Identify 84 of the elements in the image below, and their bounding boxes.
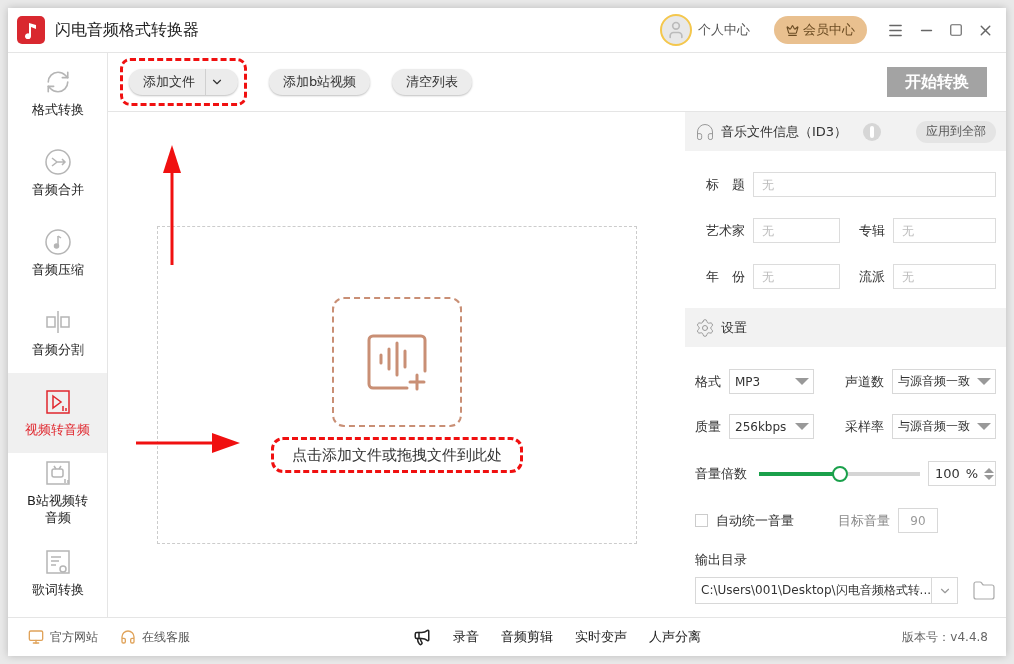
- field-label: 采样率: [844, 417, 884, 436]
- sidebar-label: 格式转换: [30, 100, 85, 118]
- volume-label: 音量倍数: [695, 464, 747, 483]
- drop-zone[interactable]: 点击添加文件或拖拽文件到此处: [156, 225, 637, 544]
- window-title: 闪电音频格式转换器: [55, 19, 200, 41]
- lyrics-icon: [44, 548, 71, 575]
- field-label: 年 份: [705, 267, 745, 286]
- tv-icon: [44, 460, 71, 486]
- text-field[interactable]: 无: [753, 172, 996, 197]
- sidebar-item[interactable]: 歌词转换: [8, 533, 107, 613]
- dropdown[interactable]: 与源音频一致: [892, 414, 996, 439]
- refresh-icon: [44, 68, 71, 95]
- output-path-field[interactable]: C:\Users\001\Desktop\闪电音频格式转...: [695, 577, 959, 604]
- checkbox[interactable]: [695, 514, 708, 527]
- sidebar-item[interactable]: 音频压缩: [8, 213, 107, 293]
- field-label: 流派: [858, 267, 885, 286]
- headphones-icon: [695, 121, 715, 142]
- video-icon: [44, 388, 71, 415]
- apply-all-button[interactable]: 应用到全部: [916, 120, 996, 143]
- dropdown-arrow-icon: [977, 423, 991, 430]
- add-video-button[interactable]: 添加b站视频: [269, 69, 371, 95]
- sidebar-item[interactable]: 格式转换: [8, 53, 107, 133]
- dropdown-arrow-icon: [795, 378, 809, 385]
- app-logo: [17, 16, 45, 44]
- sidebar-item[interactable]: B站视频转音频: [8, 453, 107, 533]
- footer-tool-link[interactable]: 音频剪辑: [501, 628, 554, 646]
- maximize-icon[interactable]: [949, 23, 963, 37]
- slider-thumb[interactable]: [831, 465, 848, 482]
- sidebar-label: B站视频转音频: [26, 492, 89, 526]
- clear-list-button[interactable]: 清空列表: [392, 69, 473, 95]
- spinner-arrows-icon[interactable]: [984, 467, 995, 480]
- footer-tool-link[interactable]: 录音: [453, 628, 480, 646]
- merge-icon: [44, 148, 71, 175]
- user-center-link[interactable]: 个人中心: [698, 21, 750, 39]
- megaphone-icon: [413, 628, 432, 646]
- sidebar-label: 视频转音频: [24, 420, 91, 438]
- sidebar-label: 音频合并: [30, 180, 85, 198]
- split-icon: [44, 308, 71, 335]
- unit-label: %: [965, 466, 979, 481]
- add-audio-tile[interactable]: [331, 296, 462, 427]
- version-label: 版本号：v4.4.8: [902, 628, 988, 646]
- text-field[interactable]: 无: [893, 218, 996, 243]
- sidebar-label: 歌词转换: [30, 580, 85, 598]
- target-volume-label: 目标音量: [838, 511, 890, 530]
- section-title: 音乐文件信息（ID3）: [721, 122, 848, 141]
- sidebar-item[interactable]: 音频分割: [8, 293, 107, 373]
- headset-icon: [120, 629, 136, 645]
- sidebar-label: 音频压缩: [30, 260, 85, 278]
- sidebar-item[interactable]: 视频转音频: [8, 373, 107, 453]
- sidebar-item[interactable]: 音频合并: [8, 133, 107, 213]
- field-label: 质量: [695, 417, 721, 436]
- add-file-button[interactable]: 添加文件: [129, 69, 238, 95]
- section-title: 设置: [721, 318, 747, 337]
- output-label: 输出目录: [695, 551, 747, 569]
- dropdown[interactable]: 256kbps: [729, 414, 814, 439]
- audio-add-icon: [366, 332, 427, 391]
- volume-spinner[interactable]: 100 %: [928, 461, 996, 486]
- field-label: 声道数: [844, 372, 884, 391]
- text-field[interactable]: 无: [753, 218, 840, 243]
- field-label: 专辑: [858, 221, 885, 240]
- dropdown[interactable]: MP3: [729, 369, 814, 394]
- avatar-icon[interactable]: [660, 14, 692, 46]
- monitor-icon: [28, 629, 44, 645]
- footer-link[interactable]: 在线客服: [142, 628, 190, 646]
- footer-tool-link[interactable]: 实时变声: [575, 628, 628, 646]
- output-path: C:\Users\001\Desktop\闪电音频格式转...: [700, 582, 932, 599]
- checkbox-label: 自动统一音量: [716, 511, 794, 530]
- vip-center-button[interactable]: 会员中心: [774, 16, 867, 44]
- sidebar-label: 音频分割: [30, 340, 85, 358]
- footer-tool-link[interactable]: 人声分离: [649, 628, 702, 646]
- field-label: 格式: [695, 372, 721, 391]
- footer-link[interactable]: 官方网站: [50, 628, 98, 646]
- crown-icon: [786, 23, 799, 37]
- field-label: 艺术家: [705, 221, 745, 240]
- music-note-icon: [44, 228, 71, 255]
- text-field[interactable]: 无: [753, 264, 840, 289]
- drop-hint: 点击添加文件或拖拽文件到此处: [291, 445, 502, 464]
- warning-icon[interactable]: [863, 122, 882, 141]
- text-field[interactable]: 无: [893, 264, 996, 289]
- dropdown-arrow-icon: [977, 378, 991, 385]
- dropdown-arrow-icon: [795, 423, 809, 430]
- field-label: 标 题: [705, 175, 745, 194]
- dropdown[interactable]: 与源音频一致: [892, 369, 996, 394]
- settings-icon: [695, 317, 715, 338]
